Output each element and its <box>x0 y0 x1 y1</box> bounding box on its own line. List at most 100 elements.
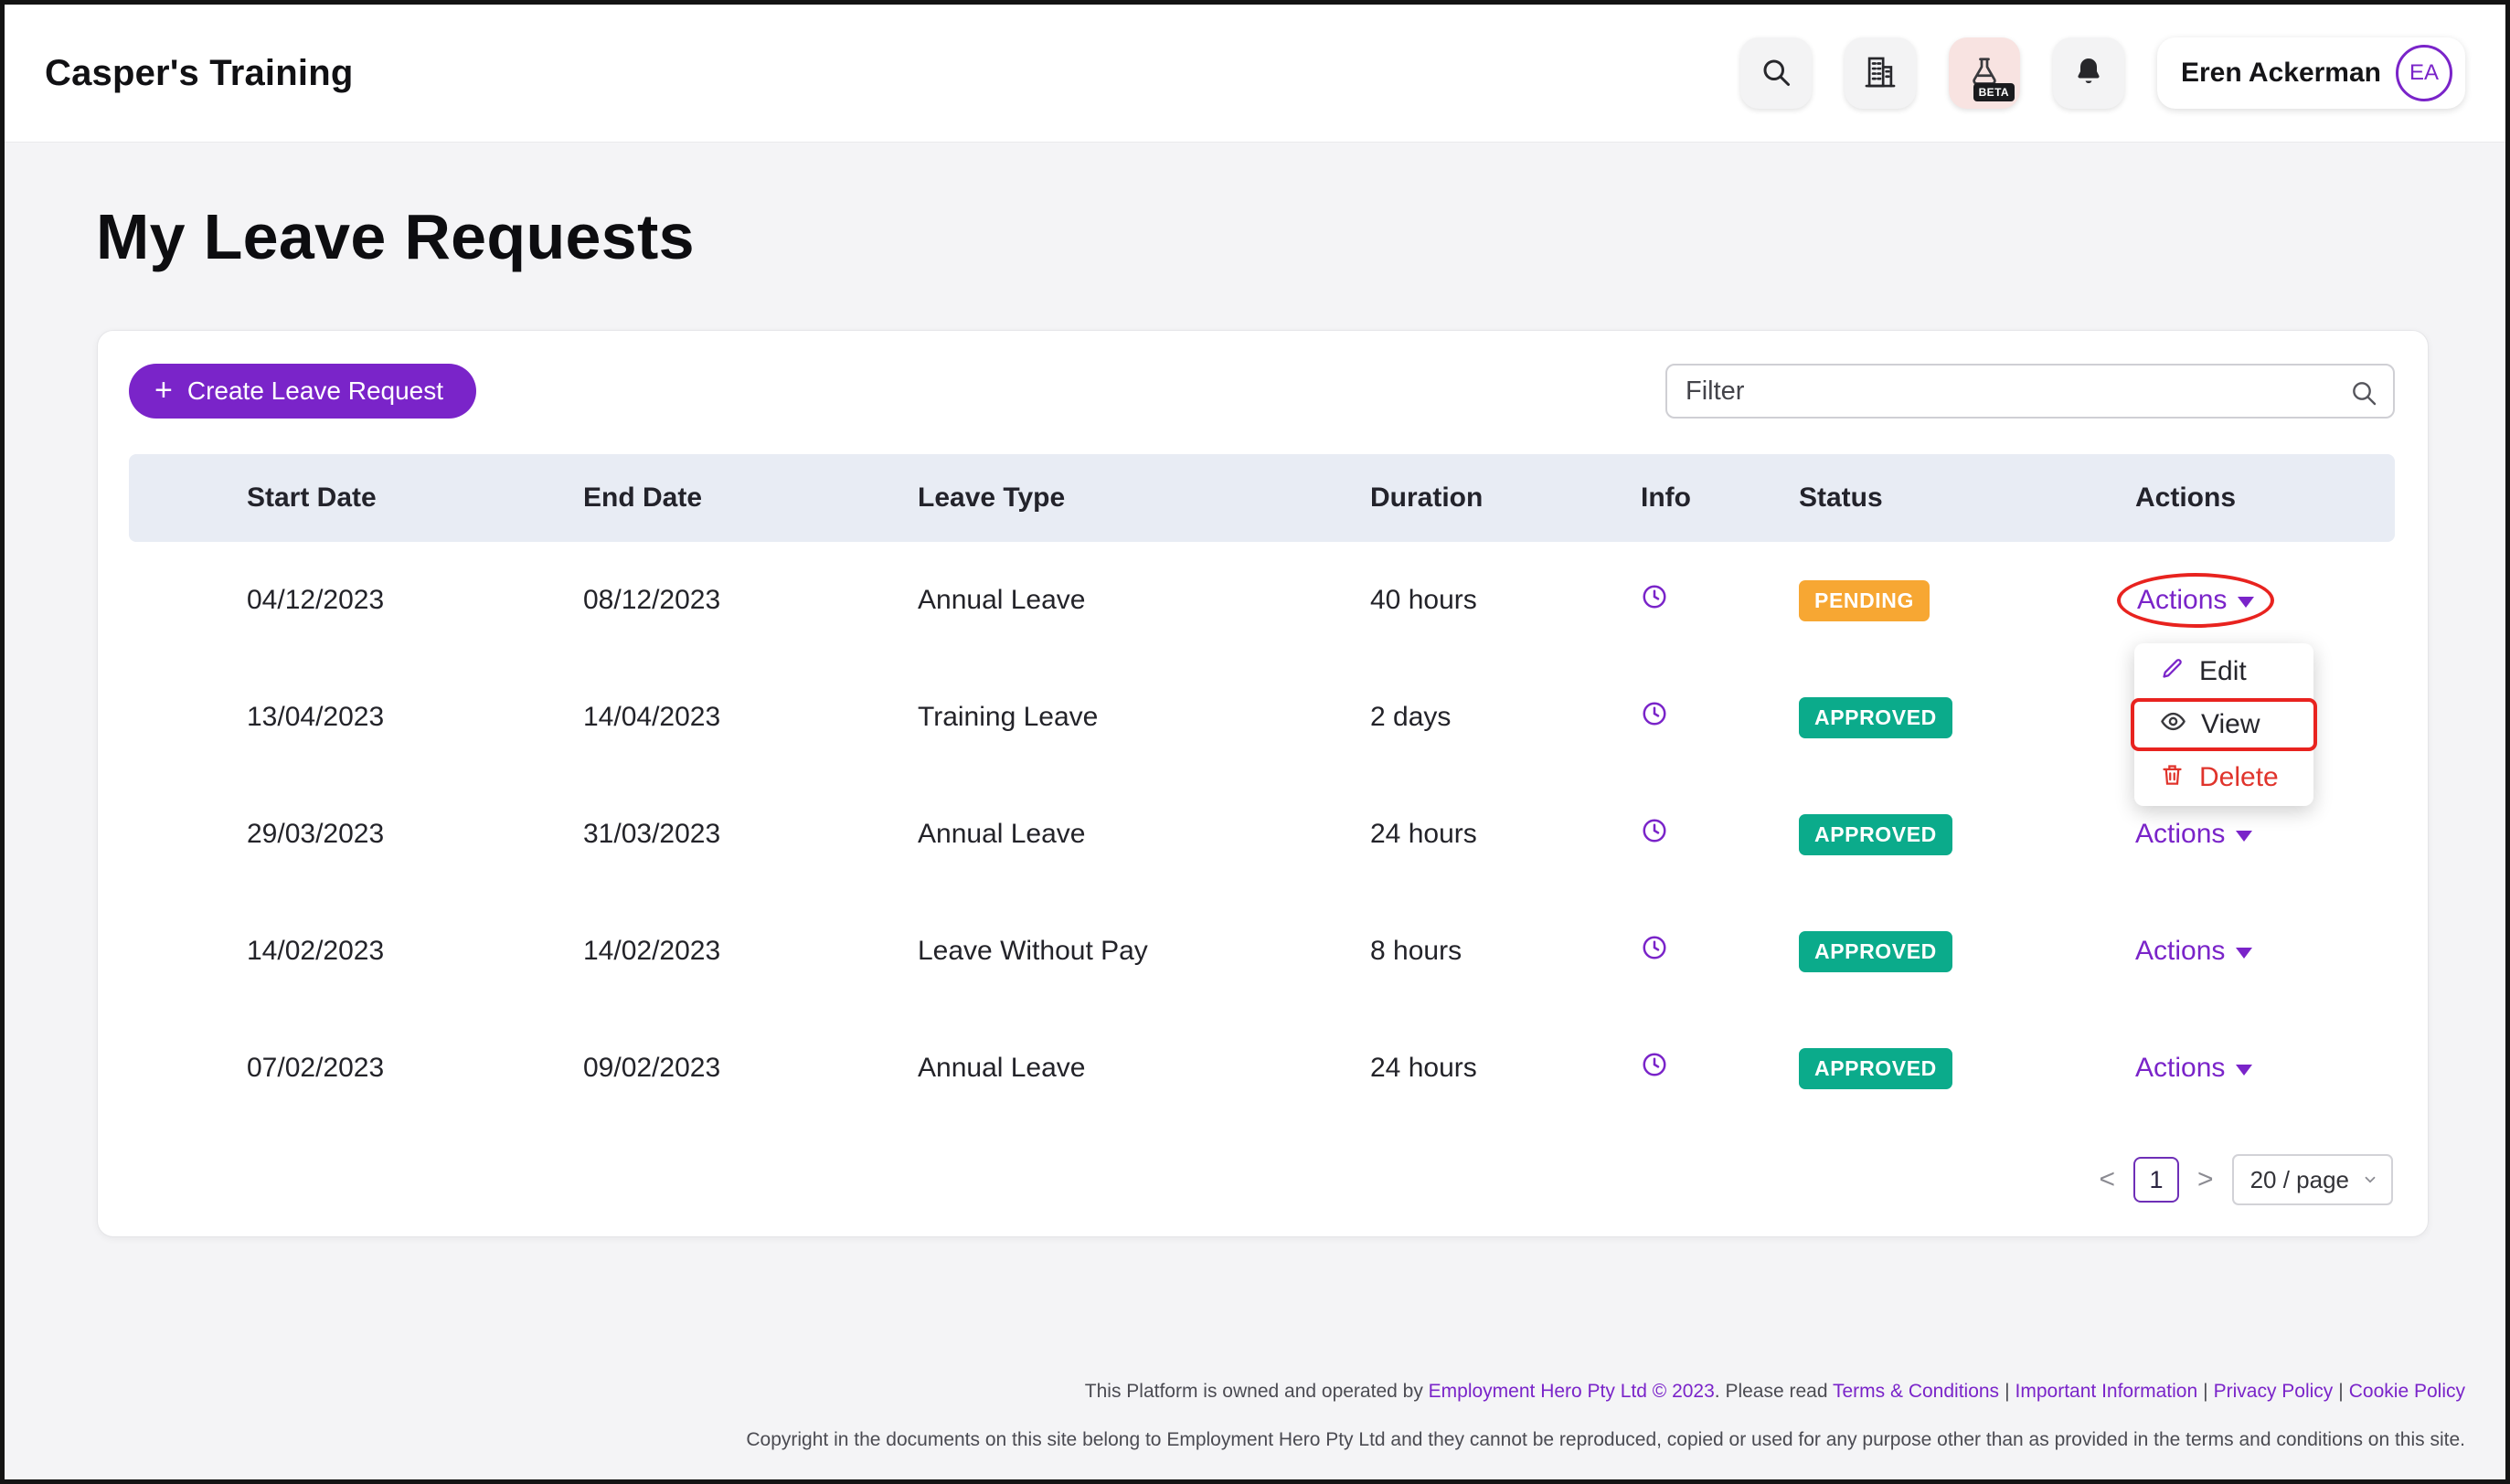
app-title: Casper's Training <box>45 53 353 94</box>
actions-label: Actions <box>2137 585 2227 616</box>
cell-start-date: 14/02/2023 <box>247 936 583 967</box>
cell-duration: 8 hours <box>1370 936 1641 967</box>
column-status: Status <box>1799 482 2135 514</box>
cell-status: PENDING <box>1799 580 2135 621</box>
create-leave-request-label: Create Leave Request <box>187 376 443 406</box>
user-name: Eren Ackerman <box>2181 58 2381 89</box>
clock-icon[interactable] <box>1641 938 1668 968</box>
cell-leave-type: Training Leave <box>918 702 1370 733</box>
footer-link-cookie-policy[interactable]: Cookie Policy <box>2349 1381 2465 1402</box>
cell-end-date: 14/02/2023 <box>583 936 918 967</box>
footer-link-terms[interactable]: Terms & Conditions <box>1833 1381 1999 1402</box>
footer-text: This Platform is owned and operated by <box>1085 1381 1429 1402</box>
caret-down-icon <box>2236 948 2252 959</box>
cell-start-date: 29/03/2023 <box>247 819 583 850</box>
cell-end-date: 14/04/2023 <box>583 702 918 733</box>
cell-end-date: 31/03/2023 <box>583 819 918 850</box>
actions-label: Actions <box>2135 1053 2225 1084</box>
user-avatar: EA <box>2396 45 2452 101</box>
page-size-value: 20 / page <box>2250 1166 2349 1194</box>
cell-duration: 24 hours <box>1370 1053 1641 1084</box>
actions-label: Actions <box>2135 819 2225 850</box>
clock-icon[interactable] <box>1641 821 1668 851</box>
cell-start-date: 04/12/2023 <box>247 585 583 616</box>
column-end-date: End Date <box>583 482 918 514</box>
page-title: My Leave Requests <box>96 200 2505 273</box>
cell-end-date: 09/02/2023 <box>583 1053 918 1084</box>
cell-status: APPROVED <box>1799 697 2135 738</box>
column-leave-type: Leave Type <box>918 482 1370 514</box>
menu-item-delete[interactable]: Delete <box>2134 751 2313 804</box>
clock-icon[interactable] <box>1641 704 1668 734</box>
menu-item-edit[interactable]: Edit <box>2134 645 2313 698</box>
actions-label: Actions <box>2135 936 2225 967</box>
cell-info <box>1641 934 1799 969</box>
bell-icon <box>2072 56 2105 91</box>
cell-leave-type: Leave Without Pay <box>918 936 1370 967</box>
page-size-select[interactable]: 20 / page <box>2232 1154 2393 1205</box>
status-badge: APPROVED <box>1799 931 1952 972</box>
chevron-down-icon <box>2362 1166 2378 1194</box>
footer-text: . Please read <box>1715 1381 1833 1402</box>
building-icon <box>1863 55 1898 92</box>
plus-icon: + <box>154 375 173 406</box>
create-leave-request-button[interactable]: + Create Leave Request <box>129 364 476 419</box>
pagination: < 1 > 20 / page <box>98 1154 2393 1205</box>
cell-duration: 24 hours <box>1370 819 1641 850</box>
notifications-button[interactable] <box>2053 37 2124 109</box>
trash-icon <box>2160 762 2185 794</box>
status-badge: APPROVED <box>1799 814 1952 855</box>
pagination-page-1[interactable]: 1 <box>2133 1157 2179 1203</box>
card-toolbar: + Create Leave Request <box>98 364 2428 419</box>
cell-end-date: 08/12/2023 <box>583 585 918 616</box>
menu-item-view[interactable]: View <box>2131 698 2317 751</box>
leave-requests-card: + Create Leave Request Start Date End Da… <box>97 330 2429 1237</box>
cell-actions: Actions <box>2135 1053 2395 1084</box>
header-actions: BETA Eren Ackerman EA <box>1740 37 2465 109</box>
cell-leave-type: Annual Leave <box>918 1053 1370 1084</box>
caret-down-icon <box>2236 831 2252 842</box>
filter-input[interactable] <box>1667 366 2393 417</box>
clock-icon[interactable] <box>1641 1055 1668 1085</box>
actions-dropdown-trigger[interactable]: Actions <box>2135 819 2252 850</box>
column-start-date: Start Date <box>247 482 583 514</box>
filter-search-icon <box>2349 378 2378 412</box>
beta-features-button[interactable]: BETA <box>1949 37 2020 109</box>
actions-dropdown-trigger[interactable]: Actions <box>2137 585 2254 616</box>
user-menu[interactable]: Eren Ackerman EA <box>2157 37 2465 109</box>
cell-duration: 2 days <box>1370 702 1641 733</box>
table-row: 13/04/2023 14/04/2023 Training Leave 2 d… <box>129 659 2395 776</box>
footer-link-privacy-policy[interactable]: Privacy Policy <box>2214 1381 2334 1402</box>
cell-actions: Actions <box>2135 936 2395 967</box>
status-badge: PENDING <box>1799 580 1930 621</box>
table-row: 04/12/2023 08/12/2023 Annual Leave 40 ho… <box>129 542 2395 659</box>
caret-down-icon <box>2238 597 2254 608</box>
status-badge: APPROVED <box>1799 697 1952 738</box>
actions-dropdown-trigger[interactable]: Actions <box>2135 1053 2252 1084</box>
cell-status: APPROVED <box>1799 814 2135 855</box>
actions-dropdown-menu: Edit View Delete <box>2134 643 2313 806</box>
cell-actions: Actions <box>2135 819 2395 850</box>
footer-link-company[interactable]: Employment Hero Pty Ltd © 2023 <box>1429 1381 1715 1402</box>
clock-icon[interactable] <box>1641 587 1668 617</box>
menu-item-delete-label: Delete <box>2199 762 2279 793</box>
footer-separator: | <box>2203 1381 2207 1402</box>
search-button[interactable] <box>1740 37 1812 109</box>
cell-info <box>1641 817 1799 852</box>
actions-dropdown-trigger[interactable]: Actions <box>2135 936 2252 967</box>
table-row: 07/02/2023 09/02/2023 Annual Leave 24 ho… <box>129 1010 2395 1127</box>
pagination-next-button[interactable]: > <box>2197 1166 2214 1193</box>
cell-info <box>1641 1051 1799 1086</box>
column-actions: Actions <box>2135 482 2395 514</box>
cell-leave-type: Annual Leave <box>918 585 1370 616</box>
pagination-prev-button[interactable]: < <box>2100 1166 2116 1193</box>
pencil-icon <box>2160 656 2185 688</box>
cell-info <box>1641 583 1799 618</box>
footer-link-important-information[interactable]: Important Information <box>2015 1381 2198 1402</box>
app-header: Casper's Training BETA <box>5 5 2505 142</box>
organisation-button[interactable] <box>1845 37 1916 109</box>
filter-box <box>1665 364 2395 419</box>
leave-requests-table: Start Date End Date Leave Type Duration … <box>129 454 2395 1127</box>
cell-leave-type: Annual Leave <box>918 819 1370 850</box>
column-info: Info <box>1641 482 1799 514</box>
